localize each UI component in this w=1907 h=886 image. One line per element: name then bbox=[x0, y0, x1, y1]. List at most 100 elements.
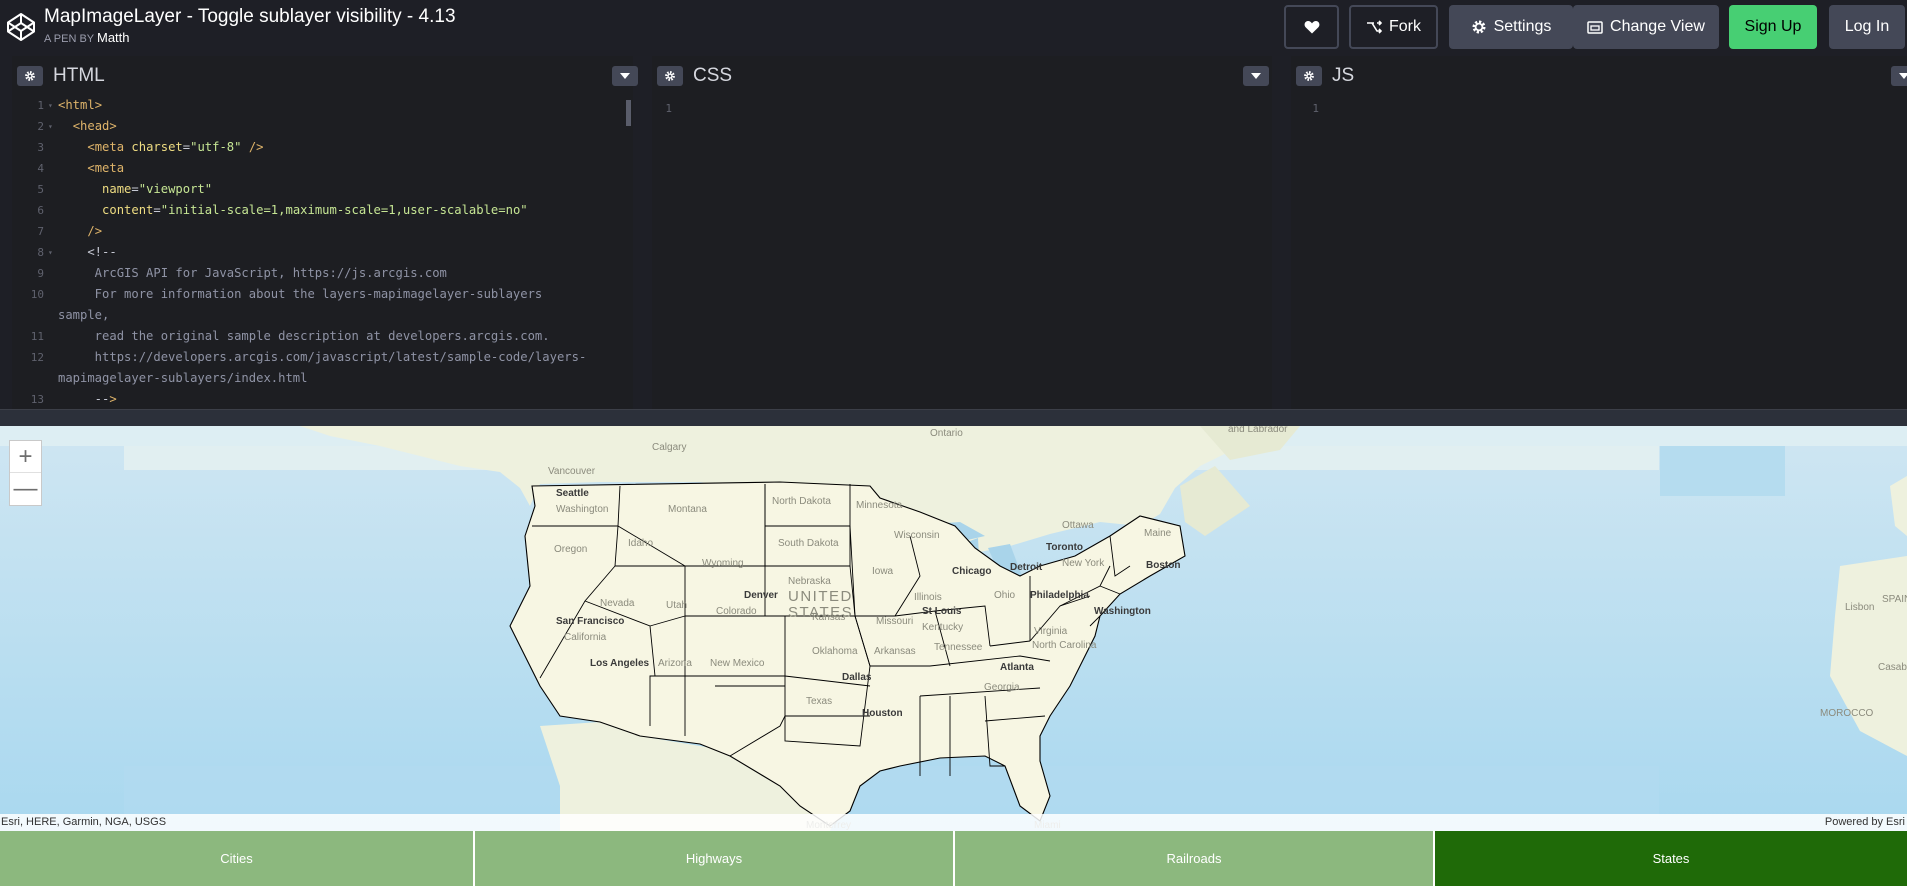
map-label: North Carolina bbox=[1032, 640, 1097, 651]
zoom-in-button[interactable]: + bbox=[10, 441, 41, 473]
css-editor-title: CSS bbox=[693, 65, 733, 86]
gear-icon bbox=[1304, 71, 1314, 81]
code-line: 7 /> bbox=[12, 221, 633, 242]
map-label: California bbox=[564, 632, 607, 643]
fork-button[interactable]: Fork bbox=[1349, 5, 1438, 49]
js-settings-button[interactable] bbox=[1296, 66, 1322, 86]
html-collapse-button[interactable] bbox=[612, 66, 638, 86]
map-label: Atlanta bbox=[1000, 662, 1034, 673]
line-number: 12 bbox=[30, 351, 44, 364]
codepen-logo-icon[interactable] bbox=[6, 12, 36, 42]
code-line: 3 <meta charset="utf-8" /> bbox=[12, 137, 633, 158]
map-label: Kentucky bbox=[922, 622, 964, 633]
code-text: <meta bbox=[87, 161, 125, 175]
change-view-label: Change View bbox=[1610, 18, 1705, 35]
css-editor-header: CSS bbox=[652, 60, 1272, 92]
css-collapse-button[interactable] bbox=[1243, 66, 1269, 86]
code-line: sample, bbox=[12, 305, 633, 326]
attribution-bar: Esri, HERE, Garmin, NGA, USGS Powered by… bbox=[0, 814, 1907, 831]
map-label: South Dakota bbox=[778, 538, 839, 549]
author-link[interactable]: Matth bbox=[97, 30, 130, 45]
css-settings-button[interactable] bbox=[657, 66, 683, 86]
code-line: 10 For more information about the layers… bbox=[12, 284, 633, 305]
layout-icon bbox=[1587, 20, 1603, 34]
layer-button-label: Railroads bbox=[1166, 851, 1222, 866]
zoom-out-button[interactable]: — bbox=[10, 473, 41, 505]
js-code-area[interactable]: 1 bbox=[1291, 98, 1907, 409]
code-text: /> bbox=[87, 224, 103, 238]
code-text: <head> bbox=[72, 119, 117, 133]
change-view-button[interactable]: Change View bbox=[1573, 5, 1719, 49]
map-label: and Labrador bbox=[1228, 426, 1288, 435]
map-label: Georgia bbox=[984, 682, 1020, 693]
html-code-area[interactable]: 1 ▾ <html> 2 ▾ <head> 3 <meta charset="utf-8"… bbox=[12, 98, 633, 409]
layer-button-cities[interactable]: Cities bbox=[0, 831, 475, 886]
map-label: Wisconsin bbox=[894, 530, 940, 541]
pen-title: MapImageLayer - Toggle sublayer visibili… bbox=[44, 6, 456, 27]
fold-arrow-icon[interactable]: ▾ bbox=[48, 98, 53, 116]
love-button[interactable] bbox=[1284, 5, 1339, 49]
html-settings-button[interactable] bbox=[17, 66, 43, 86]
code-text: mapimagelayer-sublayers/index.html bbox=[58, 371, 308, 385]
layer-button-label: Cities bbox=[220, 851, 253, 866]
map-label: Ohio bbox=[994, 590, 1016, 601]
map-label: New Mexico bbox=[710, 658, 765, 669]
line-number: 10 bbox=[30, 288, 44, 301]
editor-panes: HTML 1 ▾ <html> 2 ▾ <head> 3 <meta charset="u… bbox=[0, 56, 1907, 409]
powered-by-text[interactable]: Powered by Esri bbox=[1825, 816, 1905, 828]
html-editor: HTML 1 ▾ <html> 2 ▾ <head> 3 <meta charset="u… bbox=[12, 56, 638, 409]
layer-button-label: States bbox=[1652, 851, 1690, 866]
map-label: Lisbon bbox=[1845, 602, 1875, 613]
code-text: ArcGIS API for JavaScript, https://js.ar… bbox=[58, 266, 447, 280]
settings-button[interactable]: Settings bbox=[1449, 5, 1573, 49]
sublayer-toggle-bar: Cities Highways Railroads States bbox=[0, 831, 1907, 886]
code-text: name="viewport" bbox=[102, 182, 213, 196]
css-code-area[interactable]: 1 bbox=[652, 98, 1272, 409]
map-label: Ottawa bbox=[1062, 520, 1094, 531]
line-number: 13 bbox=[30, 393, 44, 406]
map-label: Philadelphia bbox=[1030, 590, 1089, 601]
code-line: 6 content="initial-scale=1,maximum-scale… bbox=[12, 200, 633, 221]
line-number: 4 bbox=[37, 162, 44, 175]
map-label: Dallas bbox=[842, 672, 872, 683]
sign-up-button[interactable]: Sign Up bbox=[1729, 5, 1817, 49]
map-label: Colorado bbox=[716, 606, 757, 617]
map-view[interactable]: Ontario and Labrador Calgary Vancouver Seatt… bbox=[0, 426, 1907, 831]
code-line: 2 ▾ <head> bbox=[12, 116, 633, 137]
layer-button-highways[interactable]: Highways bbox=[475, 831, 955, 886]
html-editor-header: HTML bbox=[12, 60, 638, 92]
map-label: Arkansas bbox=[874, 646, 916, 657]
js-editor-header: JS bbox=[1291, 60, 1907, 92]
map-label: UNITED bbox=[788, 588, 853, 605]
code-line: 11 read the original sample description … bbox=[12, 326, 633, 347]
resize-handle[interactable] bbox=[0, 409, 1907, 426]
map-label: Wyoming bbox=[702, 558, 744, 569]
map-label: Denver bbox=[744, 590, 778, 601]
code-line: 9 ArcGIS API for JavaScript, https://js.… bbox=[12, 263, 633, 284]
line-number: 3 bbox=[37, 141, 44, 154]
code-line: 1 ▾ <html> bbox=[12, 98, 633, 116]
code-line: 12 https://developers.arcgis.com/javascr… bbox=[12, 347, 633, 368]
js-collapse-button[interactable] bbox=[1891, 66, 1907, 86]
map-label: Houston bbox=[862, 708, 903, 719]
fold-arrow-icon[interactable]: ▾ bbox=[48, 116, 53, 137]
fork-label: Fork bbox=[1389, 18, 1421, 35]
fold-arrow-icon[interactable]: ▾ bbox=[48, 242, 53, 263]
map-label: North Dakota bbox=[772, 496, 831, 507]
code-text: read the original sample description at … bbox=[58, 329, 550, 343]
code-text: content="initial-scale=1,maximum-scale=1… bbox=[102, 203, 528, 217]
log-in-button[interactable]: Log In bbox=[1829, 5, 1905, 49]
pen-byline: A PEN BY Matth bbox=[44, 30, 130, 45]
layer-button-railroads[interactable]: Railroads bbox=[955, 831, 1435, 886]
js-editor: JS 1 bbox=[1291, 56, 1907, 409]
map-label: Nebraska bbox=[788, 576, 831, 587]
map-label: Arizona bbox=[658, 658, 692, 669]
map-label: Calgary bbox=[652, 442, 687, 453]
layer-button-states[interactable]: States bbox=[1435, 831, 1907, 886]
code-text: https://developers.arcgis.com/javascript… bbox=[58, 350, 587, 364]
header-bar: MapImageLayer - Toggle sublayer visibili… bbox=[0, 0, 1907, 56]
code-text: --> bbox=[58, 392, 117, 406]
code-line: mapimagelayer-sublayers/index.html bbox=[12, 368, 633, 389]
map-label: Iowa bbox=[872, 566, 894, 577]
layer-button-label: Highways bbox=[685, 851, 743, 866]
